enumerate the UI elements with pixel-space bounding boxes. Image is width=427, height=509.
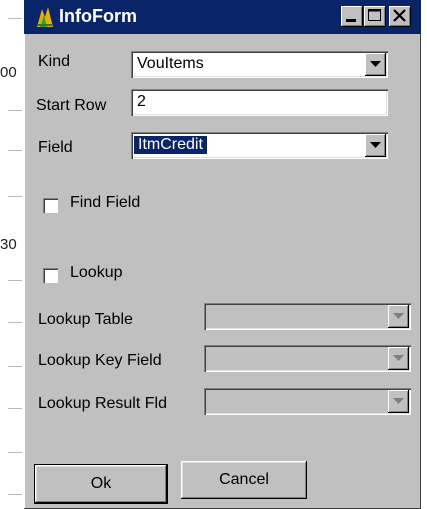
lookup-key-field-label: Lookup Key Field bbox=[38, 352, 162, 369]
lookup-result-fld-combobox[interactable] bbox=[204, 388, 411, 415]
background-text: 30 bbox=[0, 236, 17, 253]
close-button[interactable] bbox=[389, 6, 411, 27]
field-label: Field bbox=[38, 139, 73, 156]
field-value: ItmCredit bbox=[133, 135, 208, 155]
infoform-window: InfoForm Kind VouItems Start Row 2 Field… bbox=[24, 0, 421, 509]
find-field-checkbox[interactable] bbox=[43, 198, 58, 213]
chevron-down-icon bbox=[393, 313, 404, 319]
close-icon bbox=[393, 9, 406, 22]
field-dropdown-button[interactable] bbox=[365, 134, 386, 157]
title-bar[interactable]: InfoForm bbox=[24, 0, 421, 34]
chevron-down-icon bbox=[370, 142, 381, 148]
lookup-table-combobox[interactable] bbox=[204, 303, 411, 330]
lookup-result-fld-label: Lookup Result Fld bbox=[38, 395, 167, 412]
lookup-key-field-dropdown-button[interactable] bbox=[388, 347, 409, 370]
grid-tick bbox=[8, 494, 22, 495]
grid-tick bbox=[8, 280, 22, 281]
start-row-value: 2 bbox=[137, 93, 146, 110]
ok-button[interactable]: Ok bbox=[35, 465, 167, 503]
lookup-table-label: Lookup Table bbox=[38, 311, 133, 328]
background-app-strip: 00 30 bbox=[0, 0, 24, 509]
lookup-label[interactable]: Lookup bbox=[70, 264, 123, 282]
lookup-checkbox[interactable] bbox=[43, 268, 58, 283]
lookup-table-dropdown-button[interactable] bbox=[388, 305, 409, 328]
field-combobox[interactable]: ItmCredit bbox=[131, 132, 388, 159]
app-icon bbox=[34, 5, 56, 29]
kind-combobox[interactable]: VouItems bbox=[131, 51, 388, 78]
find-field-label[interactable]: Find Field bbox=[70, 194, 140, 212]
background-text: 00 bbox=[0, 64, 17, 81]
maximize-button[interactable] bbox=[364, 6, 386, 27]
grid-tick bbox=[8, 110, 22, 111]
start-row-input[interactable]: 2 bbox=[131, 89, 388, 116]
grid-tick bbox=[8, 150, 22, 151]
chevron-down-icon bbox=[370, 61, 381, 67]
minimize-button[interactable] bbox=[341, 6, 363, 27]
lookup-result-fld-dropdown-button[interactable] bbox=[388, 390, 409, 413]
window-title: InfoForm bbox=[59, 6, 137, 26]
cancel-button[interactable]: Cancel bbox=[181, 461, 307, 499]
maximize-icon bbox=[368, 9, 381, 21]
grid-tick bbox=[8, 322, 22, 323]
grid-tick bbox=[8, 452, 22, 453]
grid-tick bbox=[8, 196, 22, 197]
grid-tick bbox=[8, 366, 22, 367]
chevron-down-icon bbox=[393, 398, 404, 404]
kind-label: Kind bbox=[38, 53, 71, 70]
kind-value: VouItems bbox=[137, 55, 204, 72]
grid-tick bbox=[8, 18, 22, 19]
chevron-down-icon bbox=[393, 355, 404, 361]
minimize-icon bbox=[346, 19, 356, 22]
kind-dropdown-button[interactable] bbox=[365, 53, 386, 76]
grid-tick bbox=[8, 408, 22, 409]
start-row-label: Start Row bbox=[36, 97, 107, 114]
lookup-key-field-combobox[interactable] bbox=[204, 345, 411, 372]
